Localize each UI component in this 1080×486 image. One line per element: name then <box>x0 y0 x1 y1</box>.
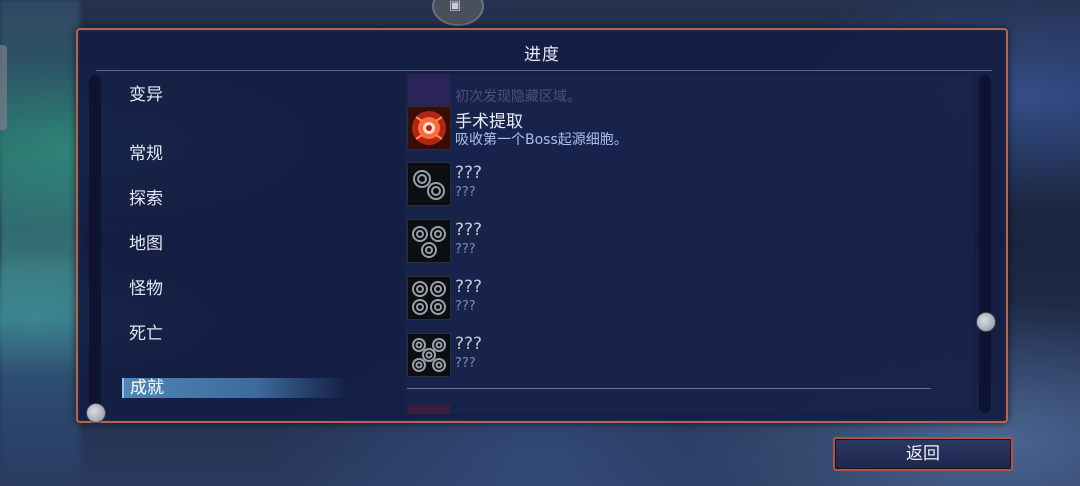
achievement-row[interactable] <box>405 402 973 414</box>
achievement-desc: ??? <box>455 242 476 257</box>
achievement-desc: 初次发现隐藏区域。 <box>455 89 581 105</box>
back-button[interactable]: 返回 <box>833 437 1013 471</box>
category-exploration[interactable]: 探索 <box>129 184 163 209</box>
achievement-title: ??? <box>455 334 483 354</box>
achievement-desc: ??? <box>455 299 476 314</box>
title-divider <box>96 70 992 71</box>
locked-cells-3-icon <box>407 219 451 263</box>
boss-cell-icon <box>407 106 451 150</box>
locked-cells-2-icon <box>407 162 451 206</box>
locked-cells-5-icon <box>407 333 451 377</box>
panel-title: 进度 <box>524 45 560 65</box>
achievement-row[interactable]: 手术提取 吸收第一个Boss起源细胞。 <box>405 104 973 160</box>
achievement-title: ??? <box>455 163 483 183</box>
map-icon[interactable]: ▣ <box>446 0 464 13</box>
category-achievements[interactable]: 成就 <box>130 378 164 398</box>
achievement-title: ??? <box>455 220 483 240</box>
achievement-desc: ??? <box>455 356 476 371</box>
achievement-row[interactable]: ??? ??? <box>405 160 973 216</box>
achievement-row[interactable]: ??? ??? <box>405 217 973 273</box>
background-blur-left <box>0 0 80 486</box>
category-mutations[interactable]: 变异 <box>129 80 163 105</box>
category-monsters[interactable]: 怪物 <box>129 274 163 299</box>
achievement-list[interactable]: 初次发现隐藏区域。 手术提取 吸收第一个Boss起源细胞。 ??? ??? ??… <box>405 74 973 414</box>
achievement-desc: ??? <box>455 185 476 200</box>
achievement-row[interactable]: ??? ??? <box>405 331 973 387</box>
left-edge-handle <box>0 45 7 130</box>
next-red-icon <box>407 404 451 414</box>
category-map[interactable]: 地图 <box>129 229 163 254</box>
progress-panel: 进度 变异 常规 探索 地图 怪物 死亡 成就 初次发现隐藏区域。 手术提取 吸… <box>76 28 1008 423</box>
achievement-row[interactable]: ??? ??? <box>405 274 973 330</box>
achievement-desc: 吸收第一个Boss起源细胞。 <box>455 132 628 148</box>
locked-cells-4-icon <box>407 276 451 320</box>
category-general[interactable]: 常规 <box>129 139 163 164</box>
purple-badge-icon <box>407 74 451 106</box>
category-deaths[interactable]: 死亡 <box>129 319 163 344</box>
list-divider <box>407 388 931 389</box>
achievement-scrollbar[interactable] <box>979 75 991 413</box>
category-scroll-thumb[interactable] <box>86 403 106 423</box>
category-scrollbar[interactable] <box>89 75 101 413</box>
achievement-title: ??? <box>455 277 483 297</box>
achievement-scroll-thumb[interactable] <box>976 312 996 332</box>
